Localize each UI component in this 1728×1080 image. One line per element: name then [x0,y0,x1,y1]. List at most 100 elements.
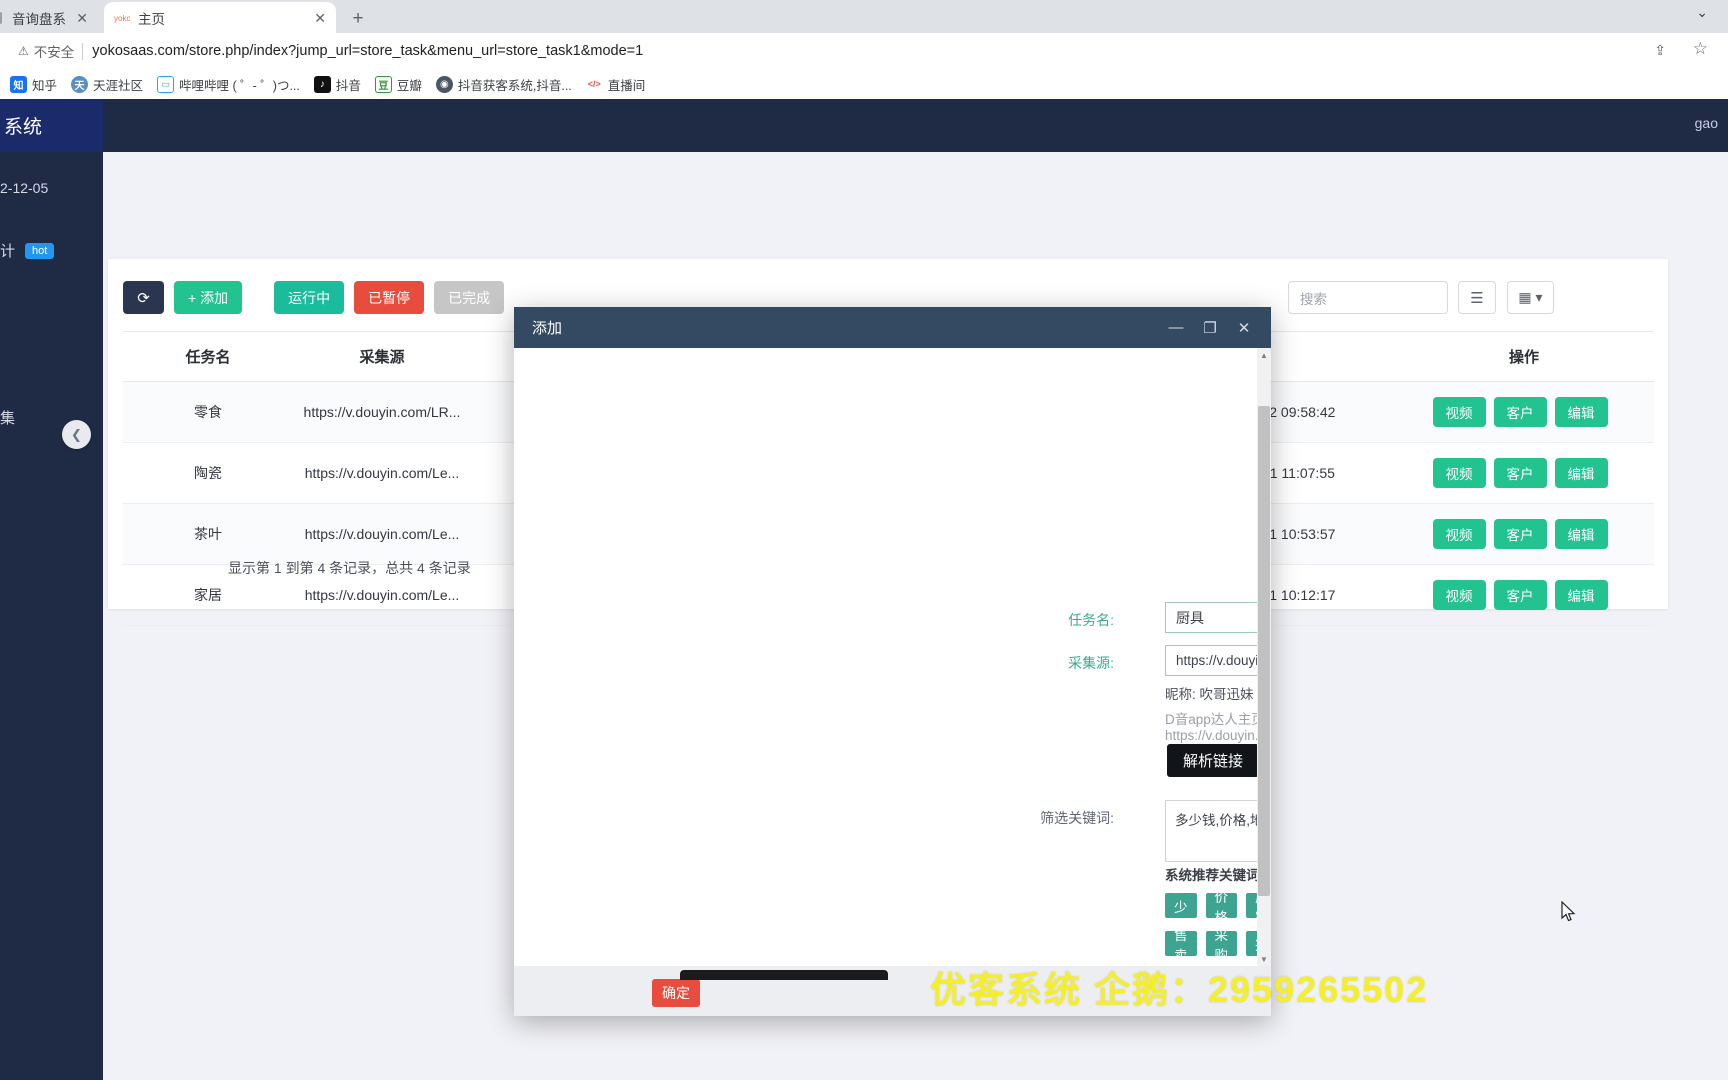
cell-ops: 视频 客户 编辑 [1394,564,1654,626]
cell-task-name: 零食 [123,381,293,443]
close-icon[interactable]: ✕ [76,11,88,25]
filter-paused-button[interactable]: 已暂停 [354,281,425,314]
code-icon: </> [585,75,603,93]
bookmark-label: 哔哩哔哩 ( ゜- ゜)つ... [179,78,300,93]
sidebar-item-stats[interactable]: 计 hot [0,240,103,261]
mouse-cursor [1561,901,1576,922]
sidebar-item-label: 集 [0,410,16,427]
bookmark-live-room[interactable]: </> 直播间 [585,75,646,94]
omnibox[interactable]: ⚠ 不安全 yokosaas.com/store.php/index?jump_… [0,36,1640,66]
keyword-tag[interactable]: 售卖 [1165,928,1197,963]
zhihu-icon: 知 [10,75,27,93]
browser-tab-2[interactable]: yoko 主页 ✕ [104,2,336,33]
app-page: 系统 gao 2-12-05 计 hot 集 ❮ ⟳ + 添加 运行中 已暂停 … [0,99,1728,1080]
close-icon[interactable]: ✕ [1227,307,1261,348]
bookmark-label: 豆瓣 [396,78,422,93]
taskbar-peek [680,970,888,980]
cell-ops: 视频 客户 编辑 [1394,503,1654,565]
bookmark-label: 知乎 [32,78,58,93]
dialog-window-controls: — ❐ ✕ [1159,307,1261,348]
new-tab-button[interactable]: + [345,6,371,32]
op-video-button[interactable]: 视频 [1432,519,1486,549]
generic-favicon [0,10,4,26]
op-customer-button[interactable]: 客户 [1493,397,1547,427]
tab-strip: 音询盘系统-短 ✕ yoko 主页 ✕ + ⌄ [0,0,1728,33]
column-header-ops[interactable]: 操作 [1394,331,1654,382]
minimize-icon[interactable]: — [1159,307,1193,348]
browser-toolbar: ⚠ 不安全 yokosaas.com/store.php/index?jump_… [0,33,1728,69]
filter-running-button[interactable]: 运行中 [274,281,345,314]
bookmark-bilibili[interactable]: ▭ 哔哩哔哩 ( ゜- ゜)つ... [157,75,300,94]
column-header-name[interactable]: 任务名 [123,331,293,382]
watermark-text: 优客系统 企鹅：2959265502 [930,969,1429,1010]
keyword-tag[interactable]: 价格 [1205,890,1237,925]
warning-icon: ⚠ [18,44,29,58]
op-video-button[interactable]: 视频 [1432,458,1486,488]
url-text: yokosaas.com/store.php/index?jump_url=st… [92,43,644,59]
keywords-textarea[interactable]: 多少钱,价格,地址,联系,电话,购买,咋卖 [1165,800,1271,862]
column-header-source[interactable]: 采集源 [293,331,471,382]
sidebar-item-label: 计 [0,243,16,260]
douyin-icon: ♪ [313,75,331,93]
bilibili-icon: ▭ [157,75,175,93]
add-button[interactable]: + 添加 [174,281,243,314]
keyword-tag[interactable]: 采购 [1205,928,1237,963]
op-customer-button[interactable]: 客户 [1493,458,1547,488]
bookmarks-bar: 知 知乎 天 天涯社区 ▭ 哔哩哔哩 ( ゜- ゜)つ... ♪ 抖音 豆 豆瓣… [0,69,1728,99]
op-video-button[interactable]: 视频 [1432,397,1486,427]
close-icon[interactable]: ✕ [314,11,326,25]
sidebar-date: 2-12-05 [0,180,49,196]
task-toolbar: ⟳ + 添加 运行中 已暂停 已完成 [123,281,514,314]
source-label: 采集源: [1068,655,1114,671]
nickname-text: 昵称: 吹哥迅妹 [1165,687,1254,702]
add-task-dialog: 添加 — ❐ ✕ 任务名: 厨具 采集源: https://v.douyin.c… [514,307,1576,1016]
bookmark-label: 抖音获客系统,抖音... [457,78,572,93]
maximize-icon[interactable]: ❐ [1193,307,1227,348]
chevron-down-icon[interactable]: ⌄ [1696,4,1708,21]
source-input[interactable]: https://v.douyin.com/LRWd5AH/ [1165,645,1271,676]
filter-done-button[interactable]: 已完成 [434,281,505,314]
security-warning[interactable]: ⚠ 不安全 [18,41,74,61]
list-view-icon[interactable]: ☰ [1458,281,1496,314]
bookmark-label: 直播间 [607,78,646,93]
douban-icon: 豆 [374,75,392,93]
browser-tab-1[interactable]: 音询盘系统-短 ✕ [0,2,98,33]
share-icon[interactable]: ⇪ [1654,42,1666,59]
security-label: 不安全 [33,45,75,60]
search-input[interactable]: 搜索 [1288,281,1448,314]
bookmark-tianya[interactable]: 天 天涯社区 [71,75,143,94]
dialog-scrollbar[interactable] [1257,348,1271,966]
bookmark-douyin-crm[interactable]: ◉ 抖音获客系统,抖音... [435,75,572,94]
keyword-tag[interactable]: 多少钱 [1165,880,1197,935]
task-name-label: 任务名: [1068,612,1114,628]
dialog-scrollbar-thumb[interactable] [1258,406,1270,896]
bookmark-star-icon[interactable]: ☆ [1693,39,1708,59]
status-badge: hot [25,242,55,259]
recommend-keyword-row-2: 售卖 采购 感兴趣 有兴趣 合作 喜欢 咋买 咋卖 下单 怎么 [1165,918,1271,966]
chevron-left-icon[interactable]: ❮ [62,420,91,449]
share-link-hint: D音app达人主页分享链接：https://v.douyin.com/espde… [1165,712,1271,743]
globe-icon: ◉ [435,75,453,93]
confirm-button[interactable]: 确定 [652,979,700,1007]
dialog-body: 任务名: 厨具 采集源: https://v.douyin.com/LRWd5A… [514,348,1271,966]
op-edit-button[interactable]: 编辑 [1554,580,1608,610]
task-name-input[interactable]: 厨具 [1165,602,1271,633]
refresh-button[interactable]: ⟳ [123,281,164,314]
op-video-button[interactable]: 视频 [1432,580,1486,610]
op-customer-button[interactable]: 客户 [1493,580,1547,610]
parse-link-button[interactable]: 解析链接 [1167,744,1259,777]
bookmark-douban[interactable]: 豆 豆瓣 [374,75,422,94]
op-edit-button[interactable]: 编辑 [1554,458,1608,488]
dialog-header[interactable]: 添加 — ❐ ✕ [514,307,1271,348]
bookmark-zhihu[interactable]: 知 知乎 [10,75,57,94]
grid-view-icon[interactable]: ▦ ▾ [1507,281,1554,314]
keywords-label: 筛选关键词: [1040,810,1114,826]
cell-task-name: 茶叶 [123,503,293,565]
op-customer-button[interactable]: 客户 [1493,519,1547,549]
scroll-up-icon[interactable]: ▲ [1257,348,1271,362]
app-brand: 系统 [0,99,103,152]
header-username[interactable]: gao [1695,115,1718,131]
bookmark-douyin[interactable]: ♪ 抖音 [313,75,361,94]
op-edit-button[interactable]: 编辑 [1554,519,1608,549]
op-edit-button[interactable]: 编辑 [1554,397,1608,427]
